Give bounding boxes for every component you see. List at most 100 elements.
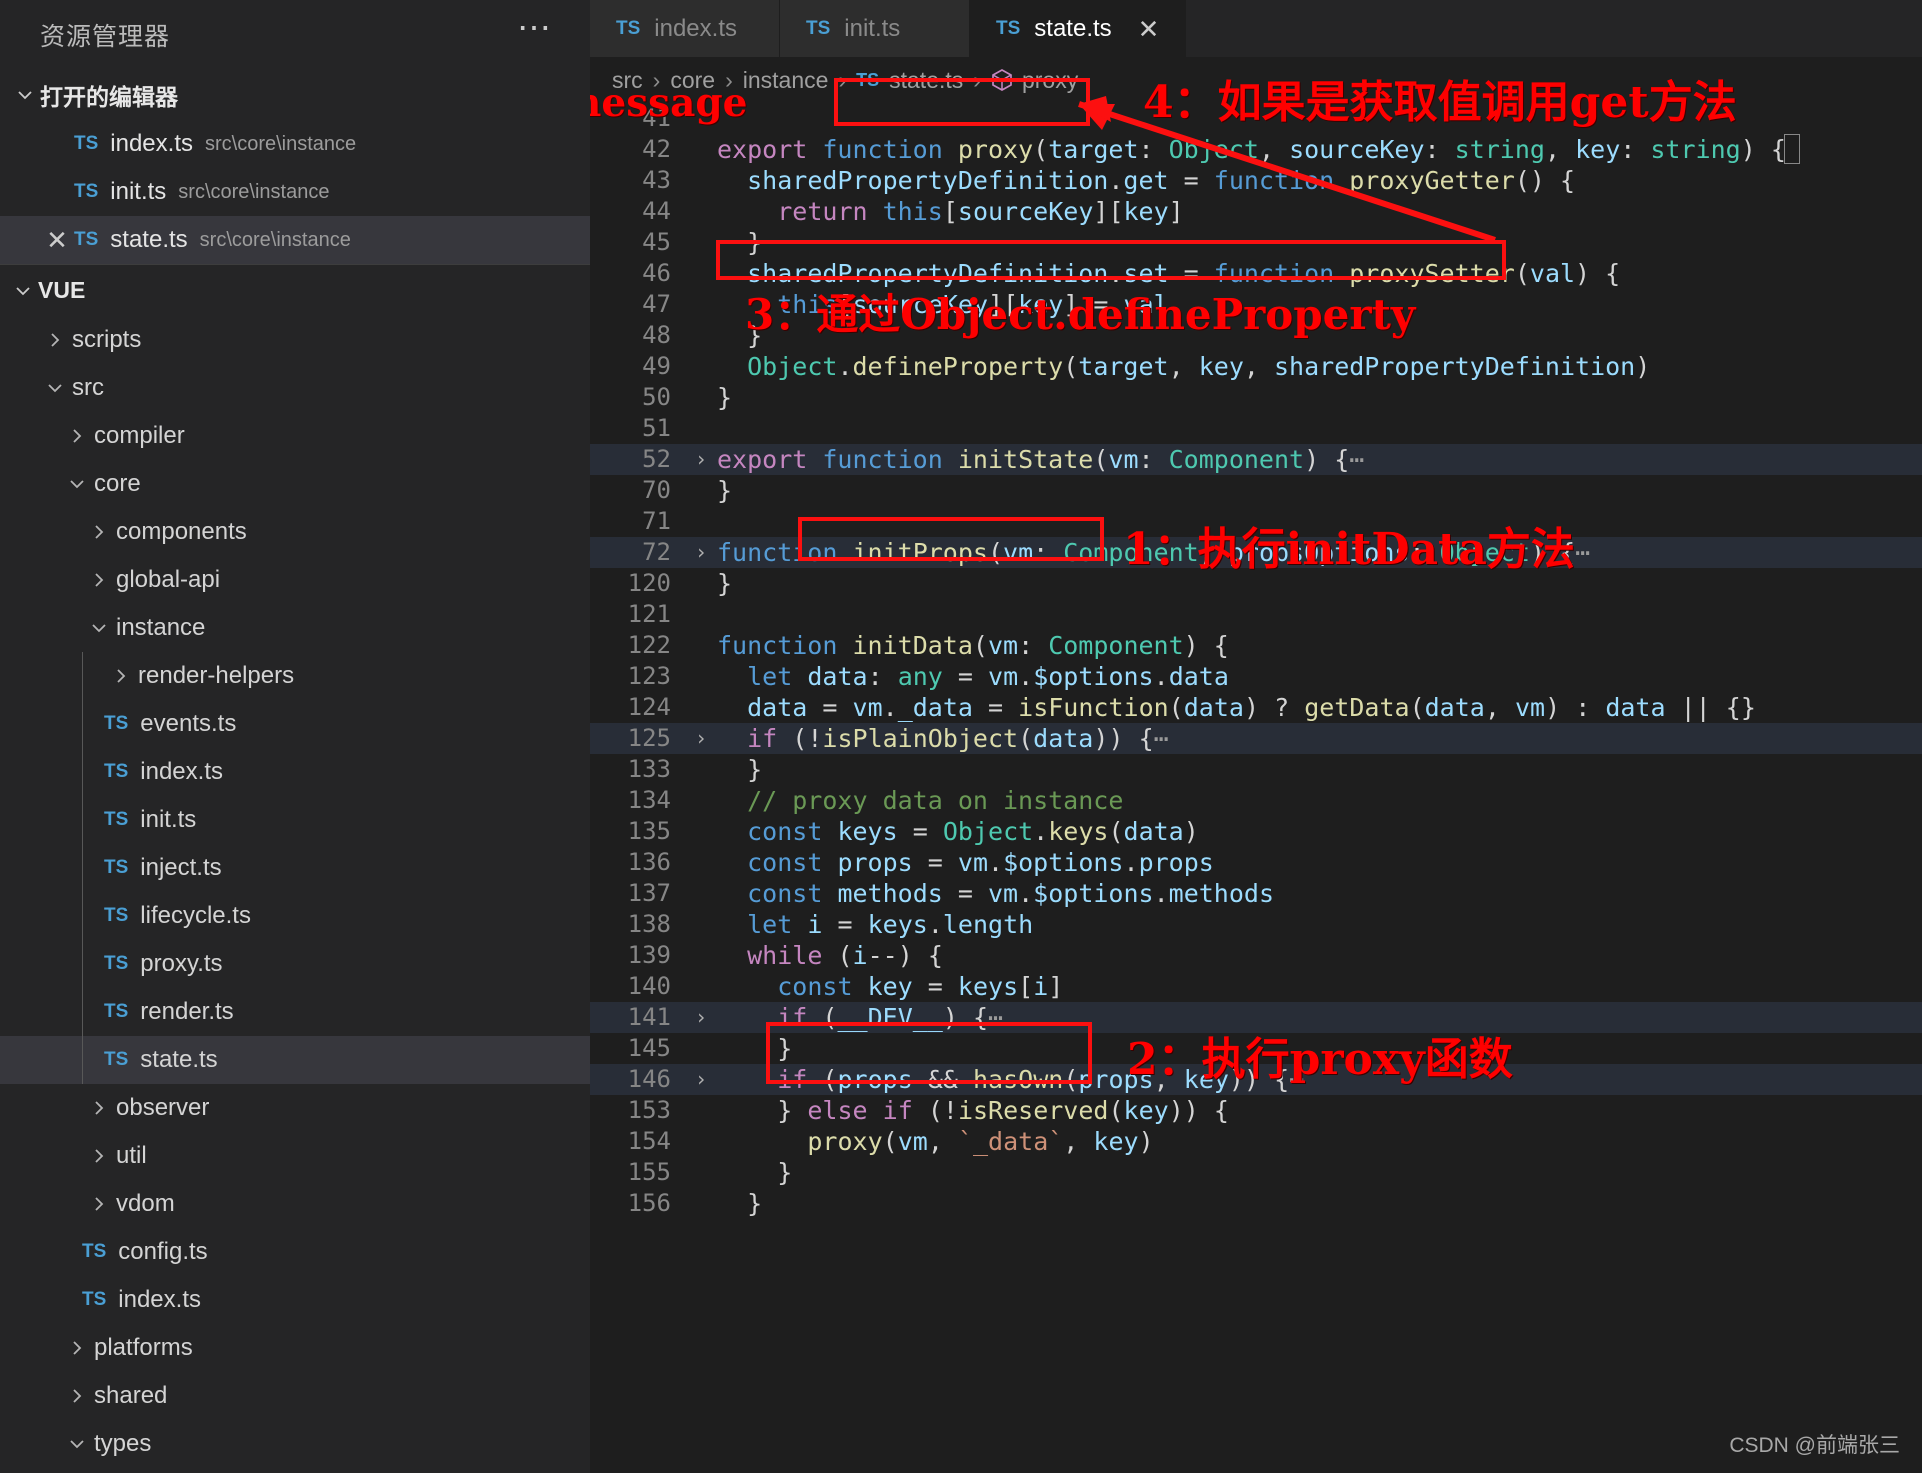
code-line[interactable]: 137 const methods = vm.$options.methods xyxy=(590,878,1922,909)
code-line[interactable]: 138 let i = keys.length xyxy=(590,909,1922,940)
fold-chevron-icon[interactable]: › xyxy=(685,723,717,754)
line-number: 71 xyxy=(642,507,671,535)
open-editor-item[interactable]: ✕ TS state.ts src\core\instance xyxy=(0,216,590,264)
more-actions-icon[interactable]: ⋯ xyxy=(517,11,554,49)
code-line[interactable]: 44 return this[sourceKey][key] xyxy=(590,196,1922,227)
code-line[interactable]: 146 › if (props && hasOwn(props, key)) {⋯ xyxy=(590,1064,1922,1095)
code-line-text: if (__DEV__) {⋯ xyxy=(777,1003,1004,1032)
code-line[interactable]: 141 › if (__DEV__) {⋯ xyxy=(590,1002,1922,1033)
chevron-down-icon xyxy=(60,473,94,495)
file-tree-item[interactable]: TS state.ts xyxy=(0,1036,590,1084)
line-number: 124 xyxy=(627,693,671,721)
code-line[interactable]: 46 sharedPropertyDefinition.set = functi… xyxy=(590,258,1922,289)
file-tree-item[interactable]: render-helpers xyxy=(0,652,590,700)
code-line[interactable]: 155 } xyxy=(590,1157,1922,1188)
file-tree-item[interactable]: src xyxy=(0,364,590,412)
chevron-right-icon: › xyxy=(973,66,981,93)
line-number: 136 xyxy=(627,848,671,876)
code-line[interactable]: 139 while (i--) { xyxy=(590,940,1922,971)
fold-chevron-icon[interactable]: › xyxy=(685,537,717,568)
breadcrumb-item[interactable]: TS state.ts xyxy=(856,67,963,94)
code-line[interactable]: 45 } xyxy=(590,227,1922,258)
code-line[interactable]: 145 } xyxy=(590,1033,1922,1064)
workspace-section-header[interactable]: VUE xyxy=(0,264,590,316)
file-tree-item[interactable]: TS proxy.ts xyxy=(0,940,590,988)
file-tree-item[interactable]: compiler xyxy=(0,412,590,460)
code-line[interactable]: 71 xyxy=(590,506,1922,537)
file-tree-item[interactable]: core xyxy=(0,460,590,508)
code-line[interactable]: 48 } xyxy=(590,320,1922,351)
code-line[interactable]: 125 › if (!isPlainObject(data)) {⋯ xyxy=(590,723,1922,754)
open-editors-label: 打开的编辑器 xyxy=(40,84,178,110)
file-tree-item[interactable]: observer xyxy=(0,1084,590,1132)
file-tree-item[interactable]: vdom xyxy=(0,1180,590,1228)
file-tree-item-label: util xyxy=(116,1142,147,1169)
code-line[interactable]: 43 sharedPropertyDefinition.get = functi… xyxy=(590,165,1922,196)
editor-tab[interactable]: TS index.ts xyxy=(590,0,780,57)
file-tree-item[interactable]: TScompiler.ts xyxy=(0,1468,590,1473)
fold-chevron-icon[interactable]: › xyxy=(685,1002,717,1033)
close-icon[interactable]: ✕ xyxy=(1138,16,1160,42)
code-line[interactable]: 154 proxy(vm, `_data`, key) xyxy=(590,1126,1922,1157)
file-tree-item[interactable]: TS inject.ts xyxy=(0,844,590,892)
typescript-file-icon: TS xyxy=(996,17,1021,39)
file-tree-item[interactable]: TS render.ts xyxy=(0,988,590,1036)
code-line[interactable]: 133 } xyxy=(590,754,1922,785)
file-tree-item[interactable]: util xyxy=(0,1132,590,1180)
file-tree-item[interactable]: TS init.ts xyxy=(0,796,590,844)
code-line[interactable]: 121 xyxy=(590,599,1922,630)
breadcrumb-item[interactable]: core xyxy=(670,67,715,94)
file-tree-item[interactable]: TS index.ts xyxy=(0,1276,590,1324)
file-tree-item[interactable]: platforms xyxy=(0,1324,590,1372)
code-line[interactable]: 156 } xyxy=(590,1188,1922,1219)
editor-tab[interactable]: TS init.ts xyxy=(780,0,970,57)
code-line[interactable]: 135 const keys = Object.keys(data) xyxy=(590,816,1922,847)
line-number: 41 xyxy=(642,104,671,132)
file-tree-item[interactable]: components xyxy=(0,508,590,556)
open-editors-section-header[interactable]: 打开的编辑器 xyxy=(0,70,590,120)
line-number: 140 xyxy=(627,972,671,1000)
fold-placeholder xyxy=(685,878,717,909)
file-tree-item[interactable]: scripts xyxy=(0,316,590,364)
code-line[interactable]: 72 › function initProps(vm: Component, pro… xyxy=(590,537,1922,568)
code-line[interactable]: 49 Object.defineProperty(target, key, sh… xyxy=(590,351,1922,382)
file-tree-item[interactable]: TS index.ts xyxy=(0,748,590,796)
close-icon[interactable]: ✕ xyxy=(40,225,74,256)
file-tree-item-label: render.ts xyxy=(140,998,234,1025)
open-editor-filepath: src\core\instance xyxy=(199,228,351,251)
code-line[interactable]: 47 this[sourceKey][key] = val xyxy=(590,289,1922,320)
code-line[interactable]: 120} xyxy=(590,568,1922,599)
fold-chevron-icon[interactable]: › xyxy=(685,444,717,475)
code-line[interactable]: 42 export function proxy(target: Object, … xyxy=(590,134,1922,165)
file-tree-item[interactable]: global-api xyxy=(0,556,590,604)
file-tree-item[interactable]: shared xyxy=(0,1372,590,1420)
code-line[interactable]: 136 const props = vm.$options.props xyxy=(590,847,1922,878)
file-tree-item[interactable]: TS events.ts xyxy=(0,700,590,748)
code-line[interactable]: 123 let data: any = vm.$options.data xyxy=(590,661,1922,692)
code-line[interactable]: 124 data = vm._data = isFunction(data) ?… xyxy=(590,692,1922,723)
code-editor[interactable]: 41 42 export function proxy(target: Objec… xyxy=(590,103,1922,1219)
breadcrumb-item[interactable]: instance xyxy=(743,67,829,94)
file-tree-item[interactable]: TS lifecycle.ts xyxy=(0,892,590,940)
editor-tab[interactable]: TS state.ts ✕ xyxy=(970,0,1187,57)
code-line[interactable]: 52 › export function initState(vm: Compone… xyxy=(590,444,1922,475)
code-line[interactable]: 50} xyxy=(590,382,1922,413)
code-line[interactable]: 122 function initData(vm: Component) { xyxy=(590,630,1922,661)
code-line[interactable]: 140 const key = keys[i] xyxy=(590,971,1922,1002)
code-line[interactable]: 51 xyxy=(590,413,1922,444)
open-editor-item[interactable]: TS index.ts src\core\instance xyxy=(0,120,590,168)
file-tree-item-label: src xyxy=(72,374,104,401)
chevron-down-icon xyxy=(82,617,116,639)
breadcrumb-item[interactable]: proxy xyxy=(991,67,1078,94)
code-line[interactable]: 70} xyxy=(590,475,1922,506)
file-tree-item[interactable]: TS config.ts xyxy=(0,1228,590,1276)
file-tree-item[interactable]: instance xyxy=(0,604,590,652)
breadcrumb-item[interactable]: src xyxy=(612,67,643,94)
code-line[interactable]: 134 // proxy data on instance xyxy=(590,785,1922,816)
fold-chevron-icon[interactable]: › xyxy=(685,1064,717,1095)
file-tree-item[interactable]: types xyxy=(0,1420,590,1468)
file-tree-item-label: observer xyxy=(116,1094,210,1121)
open-editor-item[interactable]: TS init.ts src\core\instance xyxy=(0,168,590,216)
code-line[interactable]: 153 } else if (!isReserved(key)) { xyxy=(590,1095,1922,1126)
code-line[interactable]: 41 xyxy=(590,103,1922,134)
